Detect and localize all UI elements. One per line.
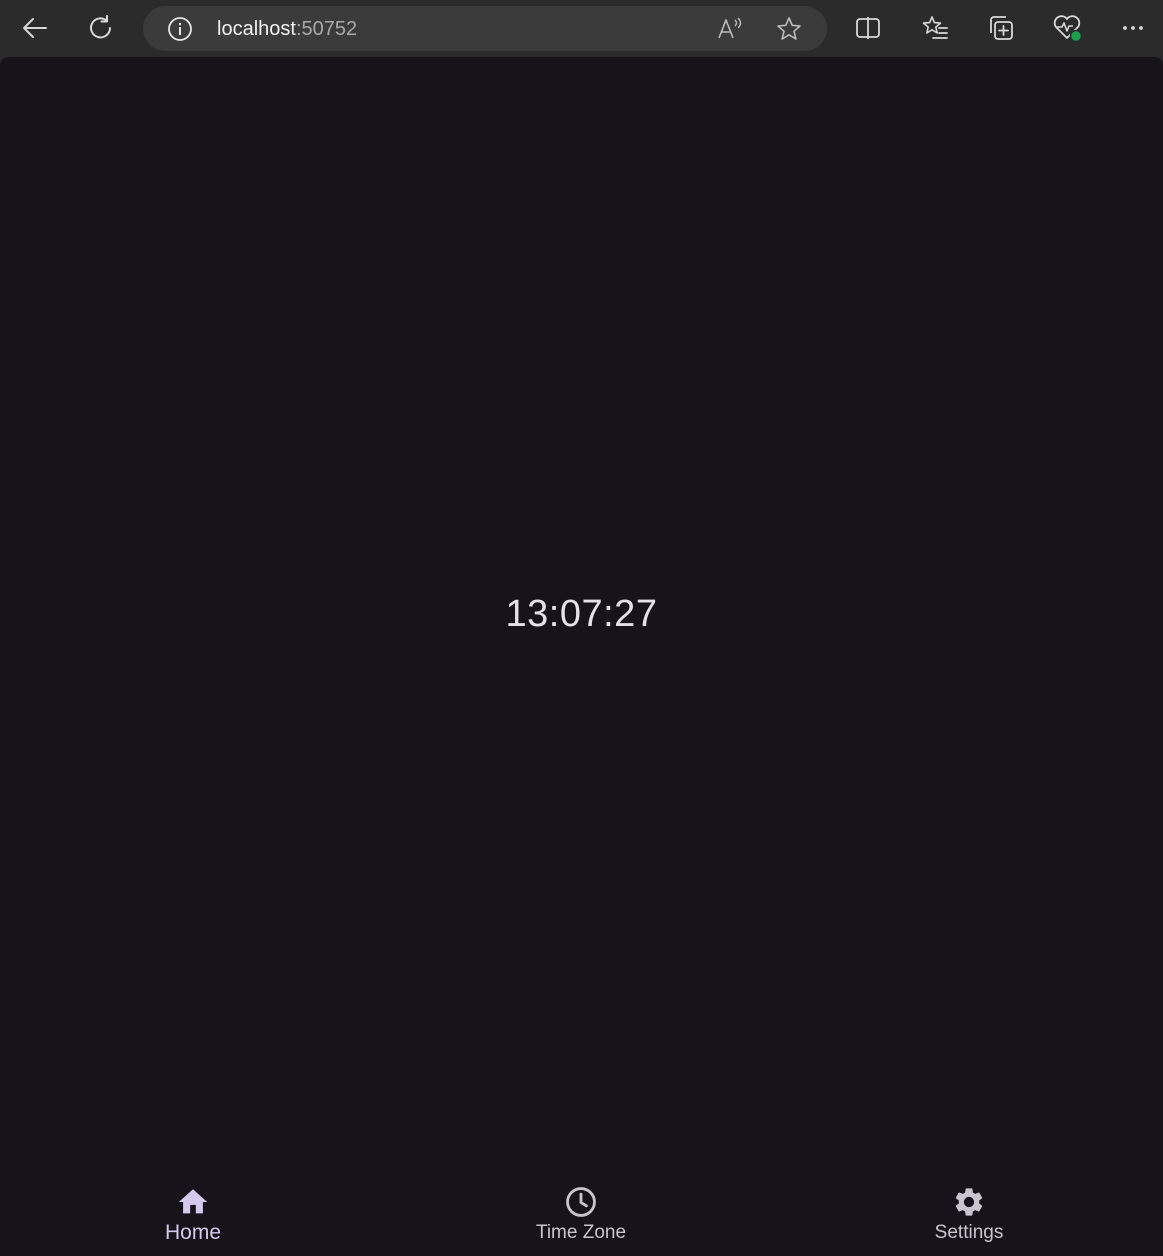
home-icon xyxy=(175,1184,211,1220)
collections-button[interactable] xyxy=(981,8,1021,48)
more-button[interactable] xyxy=(1113,8,1153,48)
nav-item-settings[interactable]: Settings xyxy=(869,1172,1069,1256)
status-dot-icon xyxy=(1069,29,1083,43)
nav-label-time-zone: Time Zone xyxy=(535,1222,627,1243)
collections-icon xyxy=(990,16,1013,40)
read-aloud-button[interactable] xyxy=(716,15,744,43)
performance-button[interactable] xyxy=(1047,8,1087,48)
split-screen-icon xyxy=(856,17,880,39)
star-icon xyxy=(777,17,801,40)
refresh-button[interactable] xyxy=(81,8,121,48)
nav-item-home[interactable]: Home xyxy=(93,1172,293,1256)
app-viewport: 13:07:27 Home Time Zone Settings xyxy=(0,57,1163,1256)
info-icon[interactable] xyxy=(167,16,193,42)
url-port: :50752 xyxy=(295,18,358,40)
url-host: localhost xyxy=(217,18,296,40)
address-bar[interactable]: localhost:50752 xyxy=(143,6,827,51)
read-aloud-icon xyxy=(718,17,742,39)
nav-label-settings: Settings xyxy=(934,1222,1004,1243)
split-screen-button[interactable] xyxy=(848,8,888,48)
back-button[interactable] xyxy=(15,8,55,48)
browser-toolbar: localhost:50752 xyxy=(0,0,1163,57)
url-text[interactable]: localhost:50752 xyxy=(217,18,357,40)
nav-item-time-zone[interactable]: Time Zone xyxy=(481,1172,681,1256)
favorites-list-icon xyxy=(922,16,948,39)
gear-icon xyxy=(951,1184,987,1220)
bottom-navigation: Home Time Zone Settings xyxy=(0,1172,1163,1256)
refresh-icon xyxy=(90,15,111,39)
clock-display: 13:07:27 xyxy=(505,593,658,635)
more-dots-icon xyxy=(1123,26,1143,30)
favorite-button[interactable] xyxy=(775,15,803,43)
back-arrow-icon xyxy=(23,18,47,38)
clock-icon xyxy=(563,1184,599,1220)
heart-pulse-icon xyxy=(1053,15,1083,43)
nav-label-home: Home xyxy=(164,1221,222,1244)
favorites-button[interactable] xyxy=(915,8,955,48)
